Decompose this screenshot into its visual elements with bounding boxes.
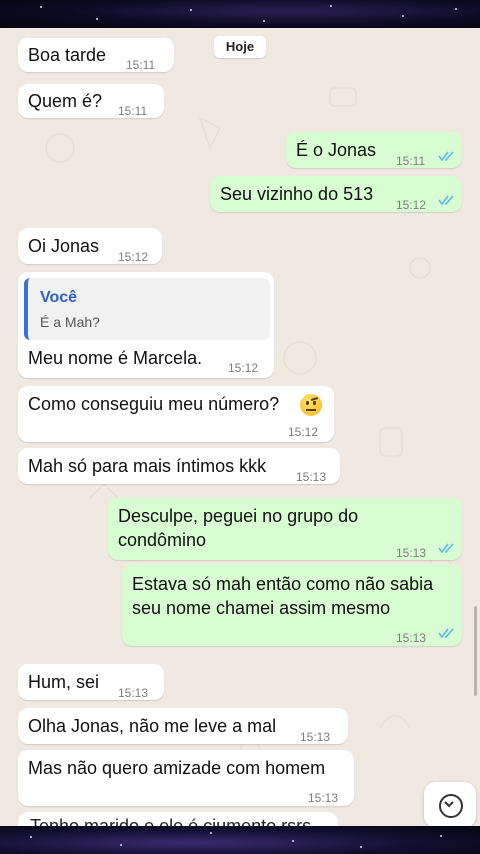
message-incoming[interactable]: Boa tarde 15:11 bbox=[18, 38, 174, 72]
quoted-text: É a Mah? bbox=[40, 314, 100, 330]
double-check-icon bbox=[438, 628, 454, 639]
message-incoming[interactable]: Oi Jonas 15:12 bbox=[18, 228, 162, 264]
message-incoming[interactable]: Quem é? 15:11 bbox=[18, 84, 164, 118]
message-text: Seu vizinho do 513 bbox=[220, 184, 374, 204]
message-time: 15:13 bbox=[118, 686, 149, 700]
message-time: 15:11 bbox=[126, 58, 156, 72]
message-time: 15:12 bbox=[396, 198, 427, 212]
message-incoming[interactable]: Hum, sei 15:13 bbox=[18, 664, 164, 700]
message-text: Mas não quero amizade com homem bbox=[28, 758, 326, 778]
top-space-strip bbox=[0, 0, 480, 28]
message-text-line2: seu nome chamei assim mesmo bbox=[132, 598, 391, 618]
message-time: 15:11 bbox=[396, 154, 426, 168]
message-outgoing[interactable]: Desculpe, peguei no grupo do condômino 1… bbox=[108, 498, 462, 560]
message-time: 15:13 bbox=[296, 470, 327, 484]
bottom-space-strip bbox=[0, 826, 480, 854]
message-text: Hum, sei bbox=[28, 672, 100, 692]
message-text: Como conseguiu meu número? bbox=[28, 394, 280, 414]
date-divider: Hoje bbox=[214, 36, 266, 58]
message-text: Oi Jonas bbox=[28, 236, 100, 256]
message-outgoing[interactable]: Estava só mah então como não sabia seu n… bbox=[122, 564, 462, 646]
message-incoming[interactable]: Mas não quero amizade com homem 15:13 bbox=[18, 750, 354, 806]
chevron-down-circle-icon bbox=[439, 794, 463, 818]
message-text: É o Jonas bbox=[296, 140, 377, 160]
message-incoming-reply[interactable]: Você É a Mah? Meu nome é Marcela. 15:12 bbox=[18, 272, 274, 378]
partial-message-text: Tenho marido e ele é ciumento rsrs bbox=[30, 816, 312, 826]
message-time: 15:12 bbox=[118, 250, 149, 264]
raised-eyebrow-emoji-icon bbox=[300, 394, 322, 416]
message-time: 15:11 bbox=[118, 104, 148, 118]
message-time: 15:13 bbox=[396, 546, 427, 560]
chat-area[interactable]: Hoje Boa tarde 15:11 Quem é? 15:11 É o J… bbox=[0, 28, 480, 826]
message-outgoing[interactable]: É o Jonas 15:11 bbox=[286, 132, 462, 168]
message-time: 15:13 bbox=[300, 730, 331, 744]
message-incoming[interactable]: Mah só para mais íntimos kkk 15:13 bbox=[18, 448, 340, 484]
double-check-icon bbox=[438, 151, 454, 162]
message-text-line1: Desculpe, peguei no grupo do bbox=[118, 506, 359, 526]
double-check-icon bbox=[438, 543, 454, 554]
message-text-line2: condômino bbox=[118, 530, 207, 550]
message-incoming[interactable]: Como conseguiu meu número? 15:12 bbox=[18, 386, 334, 442]
quoted-sender: Você bbox=[40, 289, 78, 306]
message-text: Meu nome é Marcela. bbox=[28, 348, 203, 368]
message-text: Olha Jonas, não me leve a mal bbox=[28, 716, 277, 736]
message-time: 15:13 bbox=[308, 791, 339, 805]
message-time: 15:13 bbox=[396, 631, 427, 645]
chat-scrollbar[interactable] bbox=[474, 606, 477, 696]
message-text: Mah só para mais íntimos kkk bbox=[28, 456, 267, 476]
message-outgoing[interactable]: Seu vizinho do 513 15:12 bbox=[210, 176, 462, 212]
message-text: Boa tarde bbox=[28, 45, 107, 65]
quoted-message[interactable]: Você É a Mah? bbox=[24, 278, 270, 340]
message-text-line1: Estava só mah então como não sabia bbox=[132, 574, 434, 594]
message-time: 15:12 bbox=[228, 361, 259, 375]
message-text: Quem é? bbox=[28, 91, 103, 111]
message-incoming[interactable]: Olha Jonas, não me leve a mal 15:13 bbox=[18, 708, 348, 744]
double-check-icon bbox=[438, 195, 454, 206]
message-time: 15:12 bbox=[288, 425, 319, 439]
scroll-to-bottom-button[interactable] bbox=[424, 782, 476, 826]
